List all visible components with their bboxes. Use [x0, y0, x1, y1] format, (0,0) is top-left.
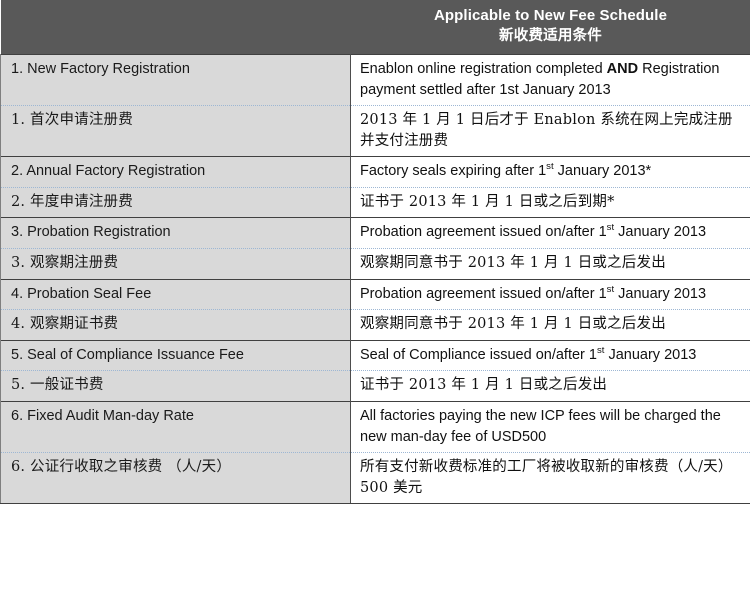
table-row: 6. Fixed Audit Man-day Rate All factories…	[0, 400, 750, 453]
applicability-condition-cell: Probation agreement issued on/after 1st …	[350, 217, 750, 249]
applicability-condition-cell: Factory seals expiring after 1st January…	[350, 156, 750, 188]
applicability-condition-cell: 观察期同意书于 2013 年 1 月 1 日或之后发出	[350, 309, 750, 341]
ordinal-suffix: st	[606, 222, 615, 234]
fee-schedule-table: Applicable to New Fee Schedule 新收费适用条件 1…	[0, 0, 750, 505]
table-row: 3. Probation Registration Probation agree…	[0, 217, 750, 249]
table-row: 6. 公证行收取之审核费 （人/天） 所有支付新收费标准的工厂将被收取新的审核费（…	[0, 452, 750, 505]
header-condition-english: Applicable to New Fee Schedule	[433, 7, 668, 25]
applicability-condition-cell: 证书于 2013 年 1 月 1 日或之后到期*	[350, 186, 750, 218]
header-cell-item	[0, 0, 351, 55]
applicability-condition-cell: 2013 年 1 月 1 日后才于 Enablon 系统在网上完成注册并支付注册…	[350, 105, 750, 157]
ordinal-suffix: st	[606, 283, 615, 295]
table-row: 1. New Factory Registration Enablon onlin…	[0, 53, 750, 106]
header-condition-chinese: 新收费适用条件	[499, 27, 602, 45]
table-row: 1. 首次申请注册费 2013 年 1 月 1 日后才于 Enablon 系统在网…	[0, 105, 750, 157]
applicability-condition-cell: Seal of Compliance issued on/after 1st J…	[350, 339, 750, 371]
fee-item-cell: 5. 一般证书费	[0, 370, 351, 402]
table-row: 5. 一般证书费 证书于 2013 年 1 月 1 日或之后发出	[0, 370, 750, 402]
fee-item-cell: 3. 观察期注册费	[0, 248, 351, 280]
applicability-condition-cell: Enablon online registration completed AN…	[350, 53, 750, 106]
emphasis-and: AND	[606, 61, 639, 77]
fee-item-cell: 3. Probation Registration	[0, 217, 351, 249]
applicability-condition-cell: 证书于 2013 年 1 月 1 日或之后发出	[350, 370, 750, 402]
ordinal-suffix: st	[596, 344, 605, 356]
applicability-condition-cell: 所有支付新收费标准的工厂将被收取新的审核费（人/天）500 美元	[350, 452, 750, 505]
applicability-condition-cell: Probation agreement issued on/after 1st …	[350, 278, 750, 310]
table-row: 3. 观察期注册费 观察期同意书于 2013 年 1 月 1 日或之后发出	[0, 248, 750, 280]
fee-item-cell: 4. 观察期证书费	[0, 309, 351, 341]
fee-item-cell: 6. Fixed Audit Man-day Rate	[0, 400, 351, 453]
fee-item-cell: 2. 年度申请注册费	[0, 186, 351, 218]
header-cell-condition: Applicable to New Fee Schedule 新收费适用条件	[350, 0, 750, 55]
table-row: 4. 观察期证书费 观察期同意书于 2013 年 1 月 1 日或之后发出	[0, 309, 750, 341]
applicability-condition-cell: All factories paying the new ICP fees wi…	[350, 400, 750, 453]
fee-item-cell: 4. Probation Seal Fee	[0, 278, 351, 310]
table-row: 2. Annual Factory Registration Factory se…	[0, 156, 750, 188]
fee-item-cell: 5. Seal of Compliance Issuance Fee	[0, 339, 351, 371]
ordinal-suffix: st	[546, 161, 554, 173]
table-header: Applicable to New Fee Schedule 新收费适用条件	[0, 0, 750, 55]
table-row: 5. Seal of Compliance Issuance Fee Seal o…	[0, 339, 750, 371]
table-row: 4. Probation Seal Fee Probation agreement…	[0, 278, 750, 310]
fee-item-cell: 6. 公证行收取之审核费 （人/天）	[0, 452, 351, 505]
fee-item-cell: 2. Annual Factory Registration	[0, 156, 351, 188]
applicability-condition-cell: 观察期同意书于 2013 年 1 月 1 日或之后发出	[350, 248, 750, 280]
table-row: 2. 年度申请注册费 证书于 2013 年 1 月 1 日或之后到期*	[0, 186, 750, 218]
fee-item-cell: 1. 首次申请注册费	[0, 105, 351, 157]
header-row: Applicable to New Fee Schedule 新收费适用条件	[0, 0, 750, 55]
fee-item-cell: 1. New Factory Registration	[0, 53, 351, 106]
table-body: 1. New Factory Registration Enablon onlin…	[0, 53, 750, 505]
